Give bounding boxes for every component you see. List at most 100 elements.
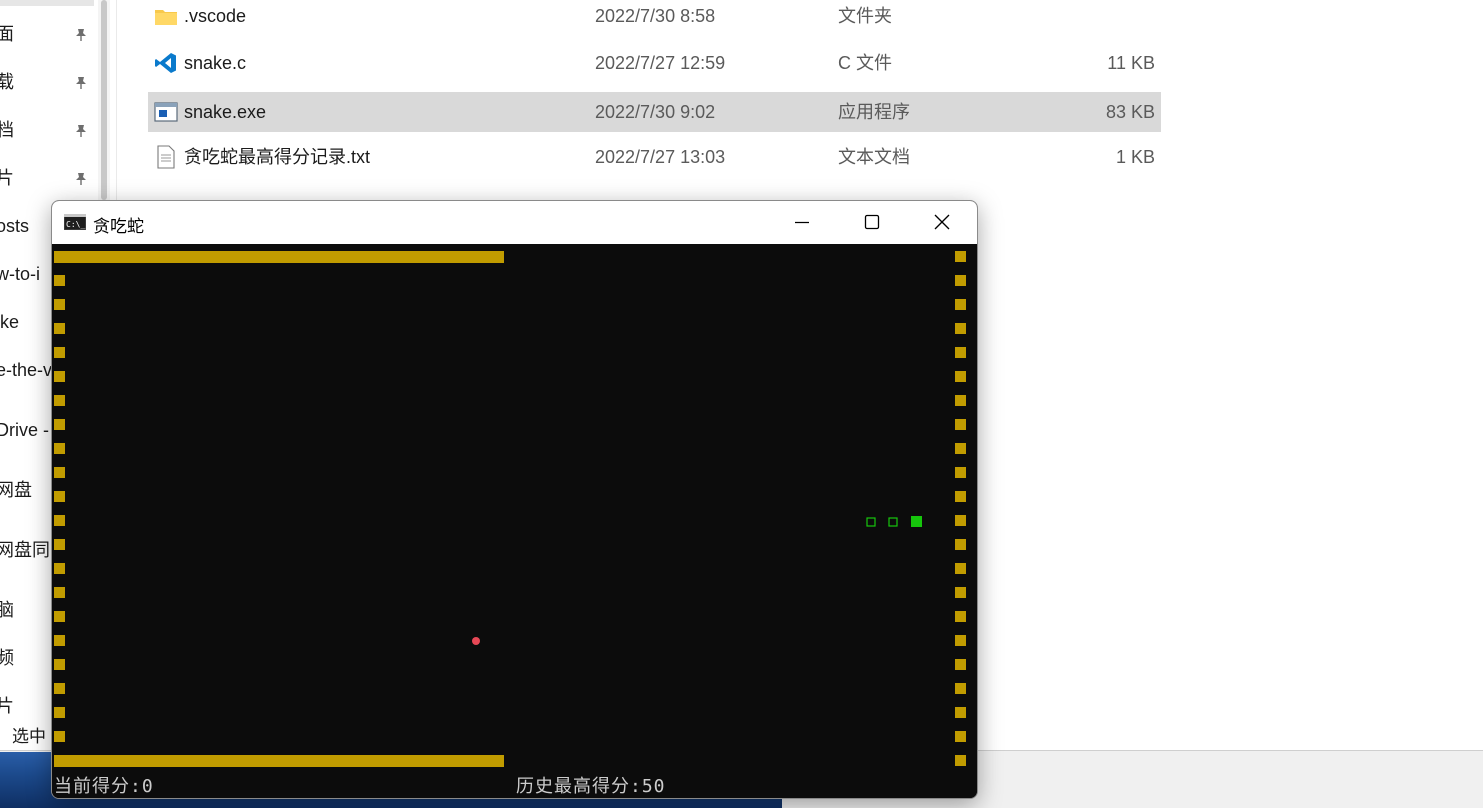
left-wall-block bbox=[54, 467, 65, 478]
right-wall-block bbox=[955, 371, 966, 382]
folder-icon bbox=[155, 10, 177, 25]
file-row[interactable]: .vscode 2022/7/30 8:58 文件夹 bbox=[148, 0, 1161, 36]
left-wall-block bbox=[54, 275, 65, 286]
pin-icon[interactable] bbox=[74, 76, 88, 90]
left-wall-block bbox=[54, 443, 65, 454]
nav-item[interactable]: 档 bbox=[0, 115, 98, 145]
title-bar[interactable]: C:\_ 贪吃蛇 bbox=[52, 201, 977, 244]
left-wall-block bbox=[54, 707, 65, 718]
file-name: 贪吃蛇最高得分记录.txt bbox=[184, 147, 371, 167]
file-type: 文件夹 bbox=[838, 6, 892, 26]
right-wall-block bbox=[955, 251, 966, 262]
food-dot bbox=[472, 637, 480, 645]
game-board-canvas bbox=[54, 251, 966, 767]
minimize-icon bbox=[795, 221, 809, 224]
nav-item-label: 脑 bbox=[0, 600, 14, 620]
nav-item[interactable]: 面 bbox=[0, 19, 98, 49]
left-wall-block bbox=[54, 395, 65, 406]
left-wall-block bbox=[54, 419, 65, 430]
file-date: 2022/7/27 12:59 bbox=[595, 53, 726, 73]
nav-item-label: w-to-i bbox=[0, 264, 40, 284]
left-wall-block bbox=[54, 347, 65, 358]
right-wall-block bbox=[955, 275, 966, 286]
right-wall-block bbox=[955, 467, 966, 478]
nav-item[interactable]: 载 bbox=[0, 67, 98, 97]
nav-scrollbar-thumb[interactable] bbox=[101, 0, 107, 200]
snake-body-segment bbox=[866, 517, 876, 527]
file-row[interactable]: 贪吃蛇最高得分记录.txt 2022/7/27 13:03 文本文档 1 KB bbox=[148, 137, 1161, 177]
maximize-button[interactable] bbox=[837, 201, 907, 244]
file-date: 2022/7/30 8:58 bbox=[595, 6, 716, 26]
console-icon: C:\_ bbox=[64, 214, 86, 230]
file-row[interactable]: snake.exe 2022/7/30 9:02 应用程序 83 KB bbox=[148, 92, 1161, 132]
left-wall-block bbox=[54, 371, 65, 382]
bottom-wall bbox=[54, 755, 504, 767]
right-wall-block bbox=[955, 491, 966, 502]
nav-item-label: osts bbox=[0, 216, 30, 236]
nav-top-strip bbox=[0, 0, 94, 6]
best-score: 历史最高得分:50 bbox=[516, 776, 666, 797]
pin-icon[interactable] bbox=[74, 28, 88, 42]
file-type: C 文件 bbox=[838, 53, 892, 73]
file-date: 2022/7/30 9:02 bbox=[595, 102, 716, 122]
close-icon bbox=[934, 214, 950, 230]
file-type: 文本文档 bbox=[838, 147, 910, 167]
file-name: snake.exe bbox=[184, 102, 267, 122]
left-wall-block bbox=[54, 587, 65, 598]
vscode-icon bbox=[155, 53, 176, 73]
text-file-icon bbox=[157, 145, 175, 169]
file-type: 应用程序 bbox=[838, 102, 910, 122]
nav-item-label: ike bbox=[0, 312, 20, 332]
minimize-button[interactable] bbox=[767, 201, 837, 244]
nav-item-label: 载 bbox=[0, 72, 14, 92]
pin-icon[interactable] bbox=[74, 124, 88, 138]
right-wall-block bbox=[955, 443, 966, 454]
nav-item[interactable]: 片 bbox=[0, 163, 98, 193]
nav-item-label: Drive - bbox=[0, 420, 49, 440]
right-wall-block bbox=[955, 563, 966, 574]
right-wall-block bbox=[955, 395, 966, 406]
left-wall-block bbox=[54, 539, 65, 550]
nav-item-label: 片 bbox=[0, 168, 14, 188]
left-wall-block bbox=[54, 635, 65, 646]
left-wall-block bbox=[54, 491, 65, 502]
console-window[interactable]: C:\_ 贪吃蛇 当前得分:0 历史最高得分:50 bbox=[51, 200, 978, 799]
left-wall-block bbox=[54, 563, 65, 574]
exe-icon bbox=[154, 102, 178, 122]
file-size: 1 KB bbox=[1115, 147, 1155, 167]
window-title: 贪吃蛇 bbox=[93, 217, 144, 236]
right-wall-block bbox=[955, 755, 966, 766]
pin-icon[interactable] bbox=[74, 172, 88, 186]
maximize-icon bbox=[864, 214, 880, 230]
right-wall-block bbox=[955, 659, 966, 670]
left-wall-block bbox=[54, 611, 65, 622]
file-row[interactable]: snake.c 2022/7/27 12:59 C 文件 11 KB bbox=[148, 43, 1161, 83]
left-wall-block bbox=[54, 731, 65, 742]
svg-text:C:\_: C:\_ bbox=[66, 220, 85, 229]
file-date: 2022/7/27 13:03 bbox=[595, 147, 726, 167]
snake-body-segment bbox=[888, 517, 898, 527]
file-name: snake.c bbox=[184, 53, 247, 73]
top-wall bbox=[54, 251, 504, 263]
file-name: .vscode bbox=[184, 6, 247, 26]
right-wall-block bbox=[955, 635, 966, 646]
right-wall-block bbox=[955, 683, 966, 694]
close-button[interactable] bbox=[907, 201, 977, 244]
nav-item-label: 片 bbox=[0, 696, 14, 716]
right-wall-block bbox=[955, 707, 966, 718]
file-size: 11 KB bbox=[1107, 53, 1155, 73]
right-wall-block bbox=[955, 323, 966, 334]
right-wall-block bbox=[955, 731, 966, 742]
right-wall-block bbox=[955, 587, 966, 598]
nav-item-label: 网盘同 bbox=[0, 540, 50, 560]
nav-item-label: 档 bbox=[0, 120, 14, 140]
status-bar-text: 选中 bbox=[12, 727, 46, 746]
game-board[interactable]: 当前得分:0 历史最高得分:50 bbox=[52, 244, 977, 798]
nav-item-label: e-the-v bbox=[0, 360, 53, 380]
nav-item-label: 网盘 bbox=[0, 480, 32, 500]
right-wall-block bbox=[955, 611, 966, 622]
right-wall-block bbox=[955, 539, 966, 550]
nav-item-label: 频 bbox=[0, 648, 14, 668]
right-wall-block bbox=[955, 515, 966, 526]
right-wall-block bbox=[955, 419, 966, 430]
